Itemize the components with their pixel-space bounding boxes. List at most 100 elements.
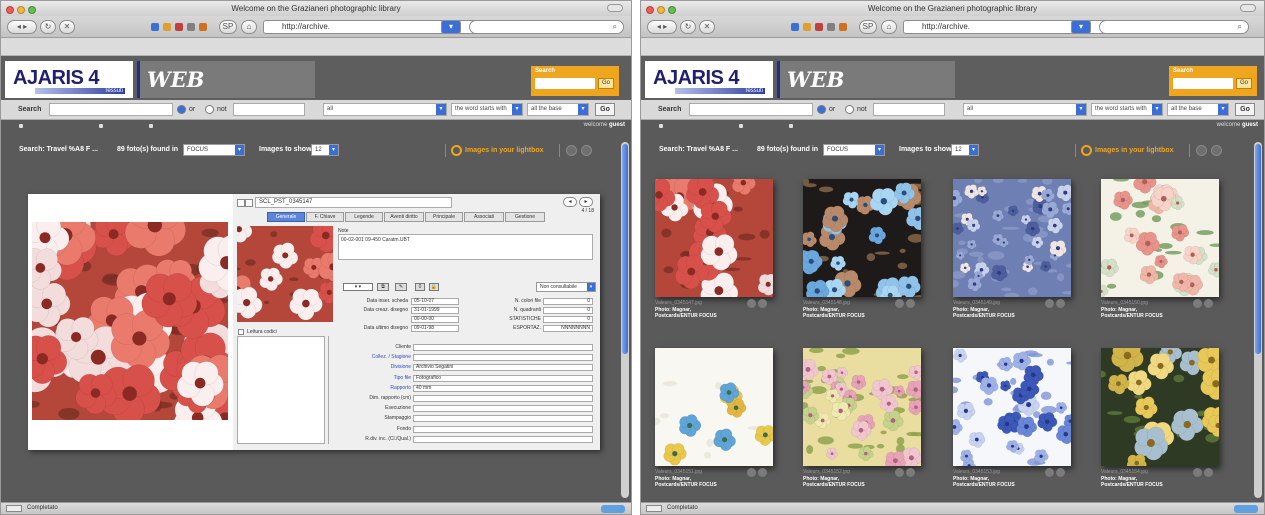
form-field-9[interactable] (413, 435, 593, 443)
add-to-lightbox-icon-7[interactable] (1193, 468, 1202, 477)
favorite-icon[interactable] (175, 23, 183, 31)
codes-list[interactable] (237, 336, 325, 444)
form-field-3[interactable]: Fotografico (413, 374, 593, 382)
scrollbar-thumb[interactable] (622, 144, 628, 354)
add-to-lightbox-icon-3[interactable] (1193, 299, 1202, 308)
images-count-select[interactable]: 12 ▾ (311, 144, 339, 156)
user-menu-dot-3[interactable] (789, 124, 793, 128)
prev-page-button[interactable] (1196, 145, 1207, 156)
tab-1[interactable]: F. Chiave (306, 212, 344, 222)
quick-search-input[interactable] (535, 78, 595, 89)
next-page-button[interactable] (581, 145, 592, 156)
stat-field-3[interactable]: NNNNNNNN (543, 325, 593, 332)
user-menu-dot-1[interactable] (659, 124, 663, 128)
field-select[interactable]: all ▾ (963, 103, 1087, 116)
add-to-lightbox-icon-0[interactable] (747, 299, 756, 308)
lock-button[interactable]: 🔒 (429, 283, 439, 291)
collection-select[interactable]: FOCUS ▾ (823, 144, 885, 156)
form-field-0[interactable] (413, 344, 593, 351)
print-icon[interactable] (187, 23, 195, 31)
grid-thumbnail-2[interactable] (953, 179, 1071, 297)
expand-toggle[interactable] (237, 199, 245, 207)
zoom-icon-0[interactable] (758, 299, 767, 308)
main-image[interactable] (32, 222, 228, 420)
form-field-8[interactable] (413, 425, 593, 433)
date-field-1[interactable]: 31-01-1999 (411, 307, 459, 314)
grid-thumbnail-5[interactable] (803, 348, 921, 466)
minimize-window-button[interactable] (17, 6, 25, 14)
edit-button[interactable]: ✎ (395, 283, 407, 291)
back-forward-button[interactable]: ◂ ▸ (7, 20, 37, 34)
grid-item-2[interactable]: Valeurs_0345149.jpg Photo: Magnar, Postcar… (953, 179, 1071, 329)
field-select[interactable]: all ▾ (323, 103, 447, 116)
select-checkbox[interactable] (245, 199, 253, 207)
next-page-button[interactable] (1211, 145, 1222, 156)
preview-image[interactable] (237, 226, 333, 322)
form-field-7[interactable] (413, 415, 593, 423)
tab-0[interactable]: Generale (267, 212, 305, 222)
grid-thumbnail-7[interactable] (1101, 348, 1219, 466)
grid-item-5[interactable]: Valeurs_0345152.jpg Photo: Magnar, Postcar… (803, 348, 921, 498)
history-icon[interactable] (803, 23, 811, 31)
sp-button[interactable]: SP (859, 20, 877, 34)
zoom-icon-1[interactable] (906, 299, 915, 308)
home-button[interactable]: ⌂ (881, 20, 897, 34)
form-field-6[interactable] (413, 405, 593, 413)
next-record-button[interactable]: ▸ (579, 197, 593, 207)
number-button[interactable]: 0 (415, 283, 425, 291)
scope-select[interactable]: all the base ▾ (527, 103, 589, 116)
prev-page-button[interactable] (566, 145, 577, 156)
grid-item-7[interactable]: Valeurs_0345154.jpg Photo: Magnar, Postcar… (1101, 348, 1219, 498)
url-field[interactable]: http://archive. (263, 20, 499, 34)
date-field-3[interactable]: 09-01-98 (411, 325, 459, 332)
date-field-0[interactable]: 05-10-07 (411, 298, 459, 305)
tab-5[interactable]: Associati (464, 212, 504, 222)
copy-button[interactable]: ⧉ (377, 283, 389, 291)
search-term-input[interactable] (49, 103, 173, 116)
favorite-icon[interactable] (815, 23, 823, 31)
or-radio[interactable] (817, 105, 826, 114)
grid-item-6[interactable]: Valeurs_0345153.jpg Photo: Magnar, Postcar… (953, 348, 1071, 498)
grid-item-4[interactable]: Valeurs_0345151.jpg Photo: Magnar, Postcar… (655, 348, 773, 498)
date-field-2[interactable]: 00-00-00 (411, 316, 459, 323)
back-forward-button[interactable]: ◂ ▸ (647, 20, 677, 34)
user-menu-dot-1[interactable] (19, 124, 23, 128)
add-to-lightbox-icon-6[interactable] (1045, 468, 1054, 477)
zoom-icon-2[interactable] (1056, 299, 1065, 308)
grid-thumbnail-4[interactable] (655, 348, 773, 466)
add-to-lightbox-icon-4[interactable] (747, 468, 756, 477)
action-dropdown[interactable]: ▾ ▾ (343, 283, 373, 291)
not-radio[interactable] (205, 105, 214, 114)
reload-button[interactable]: ↻ (680, 20, 696, 34)
stop-button[interactable]: ✕ (59, 20, 75, 34)
scrollbar-thumb[interactable] (1255, 144, 1261, 354)
lettura-codici-checkbox[interactable]: Lettura codici (237, 328, 333, 336)
tab-3[interactable]: Aventi diritto (384, 212, 424, 222)
history-icon[interactable] (163, 23, 171, 31)
quick-search-input[interactable] (1173, 78, 1233, 89)
grid-thumbnail-6[interactable] (953, 348, 1071, 466)
vertical-scrollbar[interactable] (1254, 142, 1262, 498)
plugin-icon[interactable] (199, 23, 207, 31)
zoom-window-button[interactable] (668, 6, 676, 14)
grid-thumbnail-3[interactable] (1101, 179, 1219, 297)
add-to-lightbox-icon-2[interactable] (1045, 299, 1054, 308)
quick-search-go-button[interactable]: Go (598, 78, 614, 89)
zoom-window-button[interactable] (28, 6, 36, 14)
add-to-lightbox-icon-1[interactable] (895, 299, 904, 308)
plugin-icon[interactable] (839, 23, 847, 31)
sp-button[interactable]: SP (219, 20, 237, 34)
second-term-input[interactable] (233, 103, 305, 116)
bookmark-icon[interactable] (151, 23, 159, 31)
grid-item-1[interactable]: Valeurs_0345148.jpg Photo: Magnar, Postcar… (803, 179, 921, 329)
not-radio[interactable] (845, 105, 854, 114)
home-button[interactable]: ⌂ (241, 20, 257, 34)
quick-search-go-button[interactable]: Go (1236, 78, 1252, 89)
browser-search-field[interactable]: ⌕ (469, 20, 624, 34)
add-to-lightbox-icon-5[interactable] (895, 468, 904, 477)
status-select[interactable]: Non consultabile ▾ (536, 282, 596, 292)
toolbar-toggle-button[interactable] (607, 4, 623, 12)
search-term-input[interactable] (689, 103, 813, 116)
vertical-scrollbar[interactable] (621, 142, 629, 498)
close-window-button[interactable] (646, 6, 654, 14)
